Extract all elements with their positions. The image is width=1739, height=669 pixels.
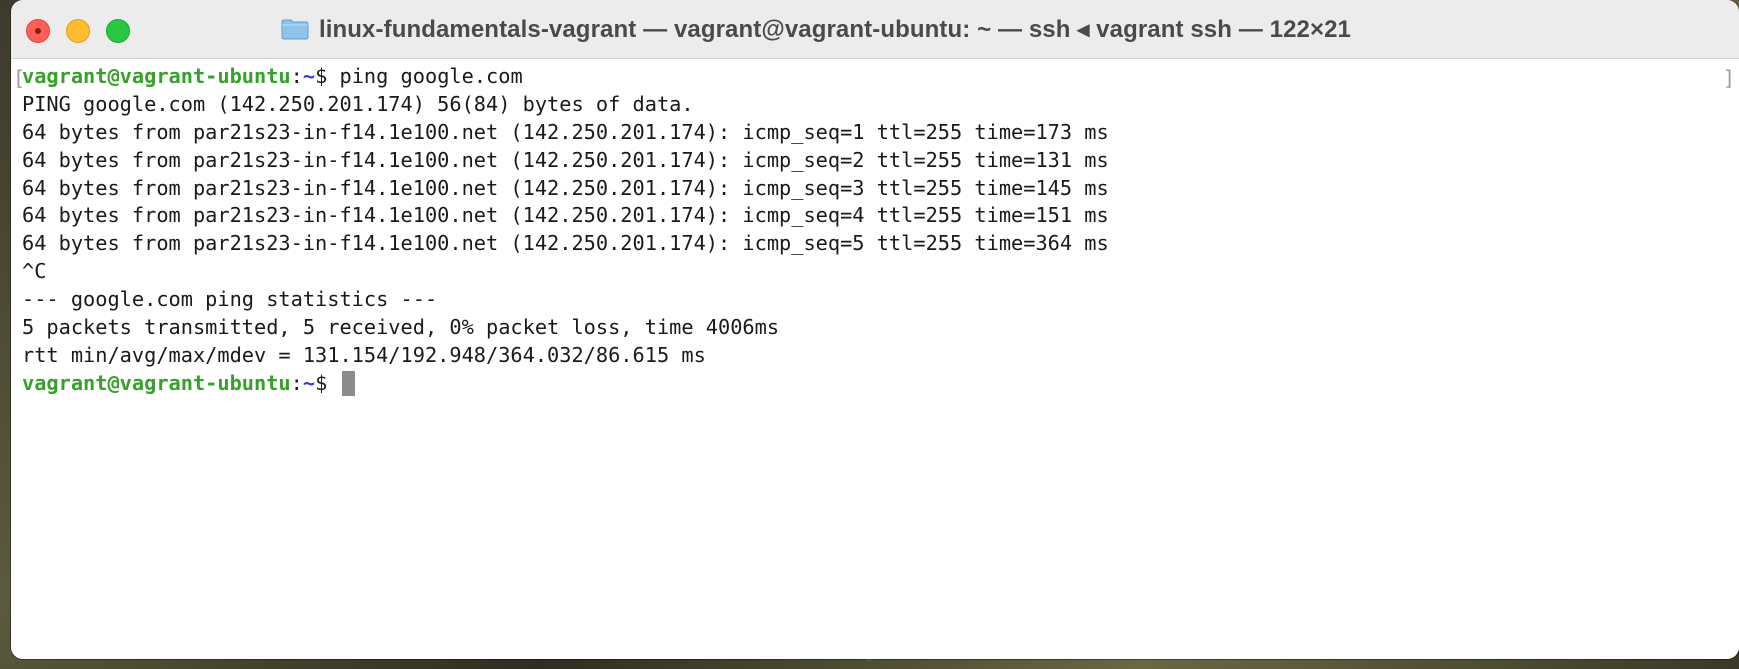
final-prompt-line[interactable]: vagrant@vagrant-ubuntu:~$ xyxy=(22,370,1739,398)
terminal-window[interactable]: linux-fundamentals-vagrant — vagrant@vag… xyxy=(11,0,1739,659)
output-line: PING google.com (142.250.201.174) 56(84)… xyxy=(22,91,694,116)
output-line: 64 bytes from par21s23-in-f14.1e100.net … xyxy=(22,147,1109,172)
output-line: 64 bytes from par21s23-in-f14.1e100.net … xyxy=(22,119,1109,144)
text-cursor[interactable] xyxy=(341,370,355,396)
title-bar[interactable]: linux-fundamentals-vagrant — vagrant@vag… xyxy=(11,0,1739,59)
command-text: ping google.com xyxy=(327,64,523,88)
output-line: ^C xyxy=(22,259,47,284)
prompt-path: ~ xyxy=(302,64,316,88)
command-line: vagrant@vagrant-ubuntu:~$ ping google.co… xyxy=(22,63,1739,91)
prompt-colon: : xyxy=(290,64,303,88)
prompt-symbol: $ xyxy=(315,370,328,395)
prompt-user-host: vagrant@vagrant-ubuntu xyxy=(22,370,291,395)
mark-bracket-left: [ xyxy=(13,66,26,90)
prompt-user-host: vagrant@vagrant-ubuntu xyxy=(22,64,291,88)
folder-icon xyxy=(281,18,309,40)
output-line: 64 bytes from par21s23-in-f14.1e100.net … xyxy=(22,175,1109,200)
output-line: 64 bytes from par21s23-in-f14.1e100.net … xyxy=(22,231,1109,256)
window-title: linux-fundamentals-vagrant — vagrant@vag… xyxy=(281,12,1351,46)
mark-bracket-right: ] xyxy=(1722,66,1735,90)
output-line: 64 bytes from par21s23-in-f14.1e100.net … xyxy=(22,203,1109,228)
prompt-path: ~ xyxy=(302,370,316,395)
output-line: rtt min/avg/max/mdev = 131.154/192.948/3… xyxy=(22,342,706,367)
prompt-symbol: $ xyxy=(315,64,328,88)
terminal-content[interactable]: [ ] vagrant@vagrant-ubuntu:~$ ping googl… xyxy=(11,59,1739,659)
output-line: --- google.com ping statistics --- xyxy=(22,287,438,312)
close-icon[interactable] xyxy=(26,19,50,43)
window-title-text: linux-fundamentals-vagrant — vagrant@vag… xyxy=(319,15,1351,43)
zoom-icon[interactable] xyxy=(106,19,130,43)
output-line: 5 packets transmitted, 5 received, 0% pa… xyxy=(22,315,780,340)
prompt-colon: : xyxy=(290,370,303,395)
minimize-icon[interactable] xyxy=(66,19,90,43)
